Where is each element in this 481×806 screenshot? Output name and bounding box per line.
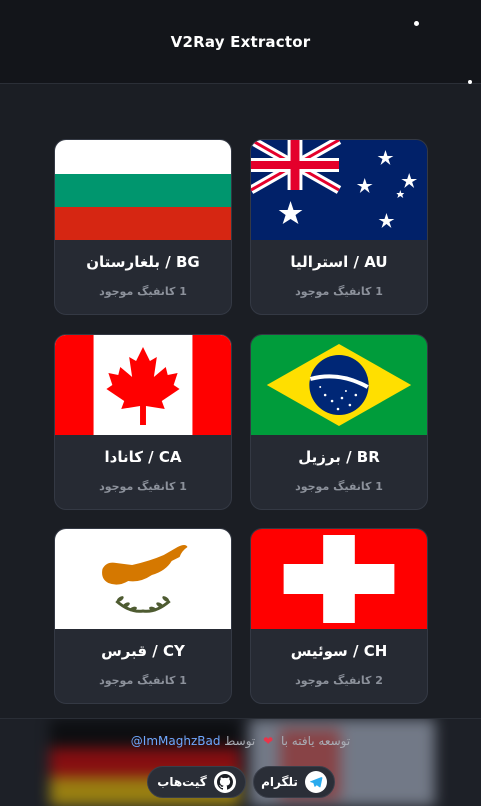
- telegram-label: تلگرام: [261, 775, 298, 789]
- card-config-count: 1 کانفیگ موجود: [295, 480, 383, 493]
- card-title: CA / کانادا: [104, 448, 182, 466]
- country-card-br[interactable]: BR / برزیل 1 کانفیگ موجود: [250, 334, 428, 510]
- country-card-ca[interactable]: CA / کانادا 1 کانفیگ موجود: [54, 334, 232, 510]
- decorative-dot: [414, 21, 419, 26]
- card-config-count: 1 کانفیگ موجود: [295, 285, 383, 298]
- country-card-au[interactable]: AU / استرالیا 1 کانفیگ موجود: [250, 139, 428, 315]
- country-card-bg[interactable]: BG / بلغارستان 1 کانفیگ موجود: [54, 139, 232, 315]
- footer: توسعه یافته با ❤ توسط @ImMaghzBad گیت‌ها…: [0, 718, 481, 806]
- card-config-count: 2 کانفیگ موجود: [295, 674, 383, 687]
- australia-flag-icon: [251, 140, 427, 240]
- github-button[interactable]: گیت‌هاب: [147, 766, 246, 798]
- card-title: BG / بلغارستان: [86, 253, 200, 271]
- developer-handle-link[interactable]: @ImMaghzBad: [131, 734, 221, 748]
- telegram-icon: [304, 771, 327, 793]
- card-config-count: 1 کانفیگ موجود: [99, 480, 187, 493]
- credit-prefix: توسعه یافته با: [280, 734, 351, 748]
- card-title: CH / سوئیس: [290, 642, 388, 660]
- canada-flag-icon: [55, 335, 231, 435]
- decorative-dot: [468, 80, 472, 84]
- card-config-count: 1 کانفیگ موجود: [99, 285, 187, 298]
- app-title: V2Ray Extractor: [170, 32, 311, 51]
- country-card-ch[interactable]: CH / سوئیس 2 کانفیگ موجود: [250, 528, 428, 704]
- blurred-flag-background: [50, 719, 435, 806]
- developer-credit: توسعه یافته با ❤ توسط @ImMaghzBad: [0, 734, 481, 748]
- github-label: گیت‌هاب: [157, 775, 207, 789]
- card-title: BR / برزیل: [298, 448, 380, 466]
- switzerland-flag-icon: [251, 529, 427, 629]
- card-title: CY / قبرس: [101, 642, 185, 660]
- credit-by: توسط: [224, 734, 256, 748]
- bulgaria-flag-icon: [55, 140, 231, 240]
- app-header: V2Ray Extractor: [0, 0, 481, 84]
- telegram-button[interactable]: تلگرام: [253, 766, 335, 798]
- heart-icon: ❤: [263, 734, 274, 748]
- github-icon: [213, 771, 236, 793]
- country-card-cy[interactable]: CY / قبرس 1 کانفیگ موجود: [54, 528, 232, 704]
- card-config-count: 1 کانفیگ موجود: [99, 674, 187, 687]
- brazil-flag-icon: [251, 335, 427, 435]
- cyprus-flag-icon: [55, 529, 231, 629]
- card-title: AU / استرالیا: [290, 253, 388, 271]
